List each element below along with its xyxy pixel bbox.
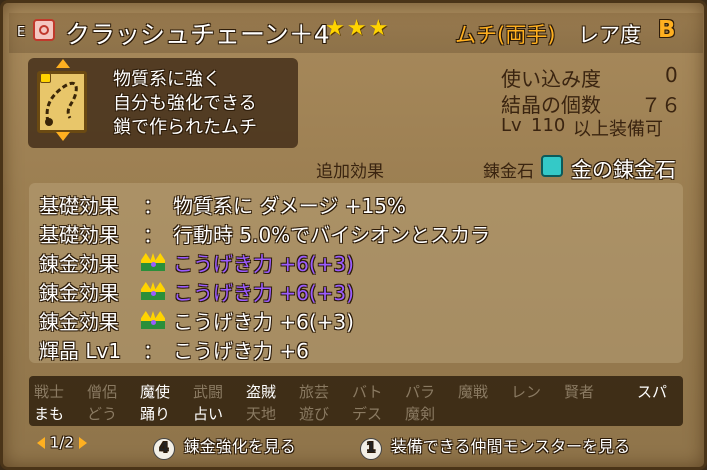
effect-colon: ： <box>143 223 163 247</box>
crystal-count-label: 結晶の個数 <box>501 93 601 117</box>
description-line: 自分も強化できる <box>113 93 257 114</box>
job-jobs2-0: まも <box>34 405 65 423</box>
view-monster-allies-label: 装備できる仲間モンスターを見る <box>390 437 631 456</box>
effect-label: 輝晶 Lv1 <box>39 339 122 363</box>
star-rating: ★★★ <box>325 16 391 41</box>
job-jobs1-4: 盗賊 <box>246 383 277 401</box>
equipped-mark: E <box>17 25 26 40</box>
effect-text: こうげき力 +6(+3) <box>173 252 354 276</box>
effect-label: 基礎効果 <box>39 194 119 218</box>
job-jobs2-2: 踊り <box>140 405 171 423</box>
job-jobs1-3: 武闘 <box>193 383 224 401</box>
effect-label: 錬金効果 <box>39 281 119 305</box>
alchemy-stone-icon <box>541 155 563 177</box>
description-line: 鎖で作られたムチ <box>113 117 257 138</box>
usage-label: 使い込み度 <box>501 67 601 91</box>
job-jobs2-3: 占い <box>193 405 224 423</box>
job-jobs2-1: どう <box>87 405 118 423</box>
job-jobs1-1: 僧侶 <box>87 383 118 401</box>
usage-value: 0 <box>665 63 678 87</box>
pager-prev-icon[interactable] <box>37 436 45 449</box>
pager-next-icon[interactable] <box>78 436 87 449</box>
job-jobs1-6: バト <box>352 383 383 401</box>
level-suffix: 以上装備可 <box>573 119 663 140</box>
button-4-icon: 4 <box>153 437 175 460</box>
effect-text: 行動時 5.0%でバイシオンとスカラ <box>173 223 491 247</box>
effect-colon: ： <box>143 339 163 363</box>
alchemy-stone-label: 錬金石 <box>483 162 534 182</box>
effect-text: 物質系に ダメージ +15% <box>173 194 406 218</box>
rarity-label: レア度 <box>578 23 641 47</box>
job-jobs1-7: パラ <box>405 383 436 401</box>
description-line: 物質系に強く <box>113 69 221 90</box>
job-jobs1-0: 戦士 <box>34 383 65 401</box>
arrow-down-icon[interactable] <box>56 132 70 141</box>
job-jobs2-6: デス <box>352 405 383 423</box>
job-jobs1-5: 旅芸 <box>299 383 330 401</box>
job-jobs1-9: レン <box>511 383 542 401</box>
job-jobs1-11: スパ <box>637 383 668 401</box>
effect-text: こうげき力 +6(+3) <box>173 310 354 334</box>
effect-colon: ： <box>143 194 163 218</box>
item-name: クラッシュチェーン＋4 <box>65 20 330 49</box>
effect-label: 錬金効果 <box>39 310 119 334</box>
view-alchemy-upgrade-label: 錬金強化を見る <box>183 437 296 456</box>
job-jobs2-5: 遊び <box>299 405 330 423</box>
job-jobs1-2: 魔使 <box>140 383 171 401</box>
crown-icon <box>141 311 165 329</box>
job-jobs1-8: 魔戦 <box>458 383 489 401</box>
effect-label: 錬金効果 <box>39 252 119 276</box>
job-jobs2-7: 魔剣 <box>405 405 436 423</box>
pager[interactable]: 1/2 <box>37 433 87 452</box>
view-monster-allies-button[interactable]: 1 装備できる仲間モンスターを見る <box>360 433 630 460</box>
view-alchemy-upgrade-button[interactable]: 4 錬金強化を見る <box>153 433 296 460</box>
job-jobs1-10: 賢者 <box>564 383 595 401</box>
crystal-count-value: ７６ <box>641 93 681 117</box>
crown-icon <box>141 253 165 271</box>
page-indicator: 1/2 <box>49 433 74 452</box>
crown-icon <box>141 282 165 300</box>
effect-text: こうげき力 +6(+3) <box>173 281 354 305</box>
arrow-up-icon[interactable] <box>56 59 70 68</box>
job-jobs2-4: 天地 <box>246 405 277 423</box>
effect-text: こうげき力 +6 <box>173 339 309 363</box>
level-prefix: Lv <box>501 115 522 136</box>
equipment-detail-window: E クラッシュチェーン＋4 ★★★ ムチ(両手) レア度 B 物質系に強く 自分… <box>0 0 707 470</box>
level-value: 110 <box>531 115 566 136</box>
rarity-value: B <box>658 17 676 43</box>
item-type: ムチ(両手) <box>455 23 556 47</box>
whip-category-icon <box>33 19 55 41</box>
button-1-icon: 1 <box>360 437 382 460</box>
alchemy-stone-value: 金の錬金石 <box>571 158 676 182</box>
effect-label: 基礎効果 <box>39 223 119 247</box>
extra-effects-label: 追加効果 <box>316 162 384 182</box>
lock-icon <box>40 73 51 83</box>
